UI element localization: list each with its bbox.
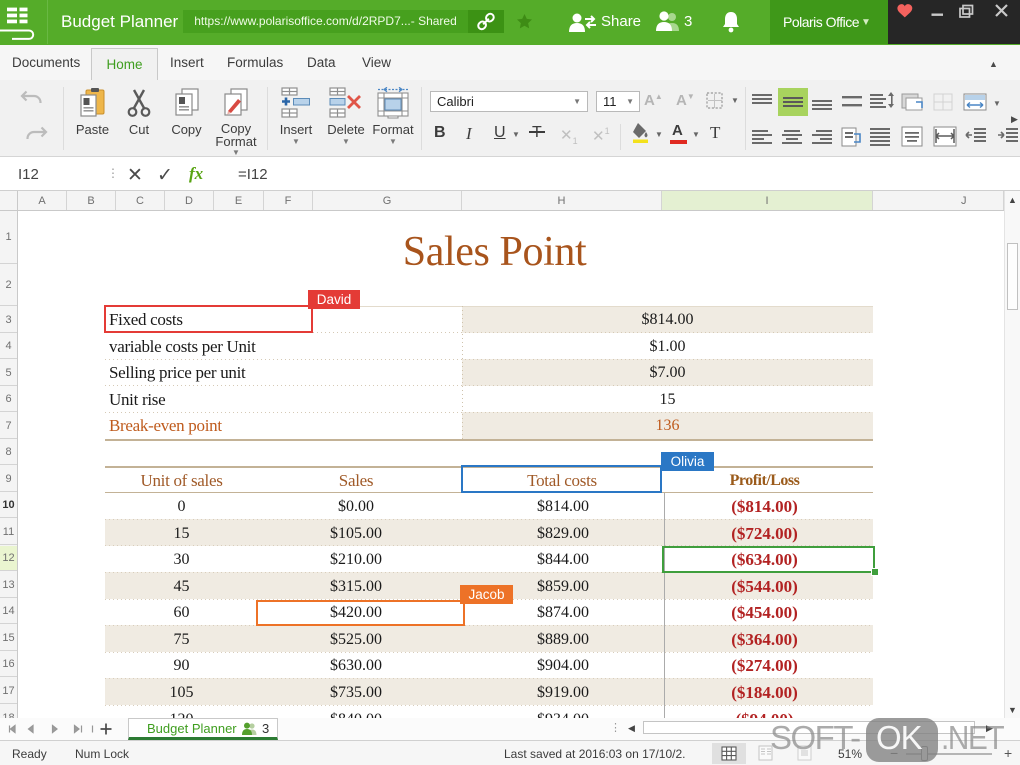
svg-text:▼: ▼ xyxy=(993,99,1001,108)
